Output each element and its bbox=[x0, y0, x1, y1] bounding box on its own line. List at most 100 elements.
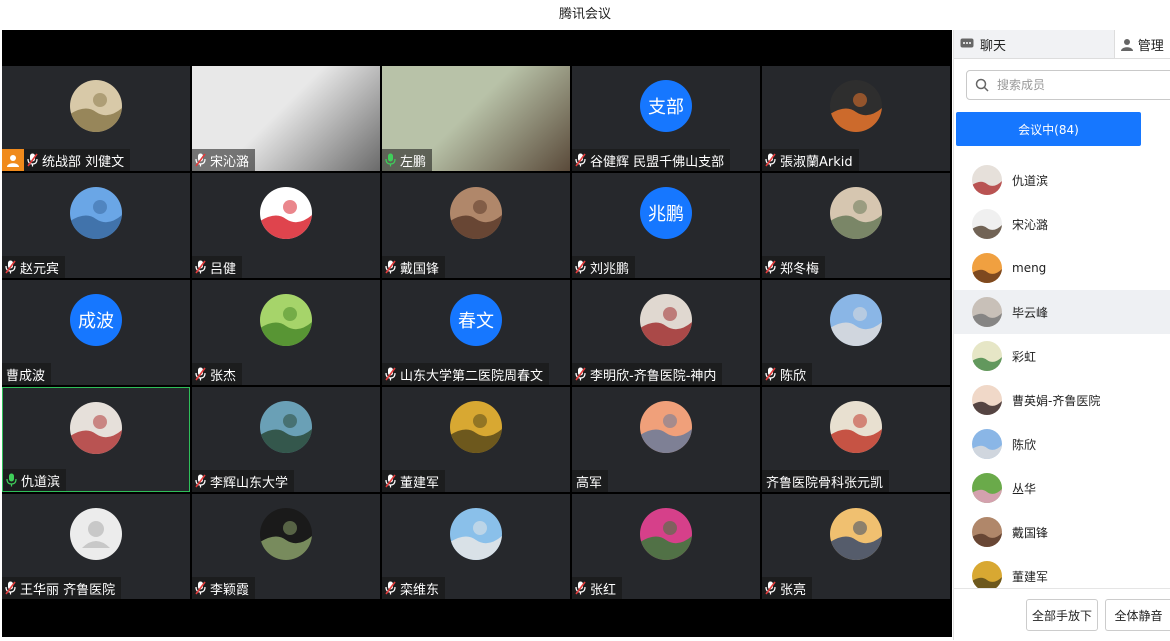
member-item[interactable]: meng bbox=[954, 246, 1170, 290]
mic-muted-icon bbox=[2, 256, 18, 278]
tab-in-meeting-label: 会议中(84) bbox=[1018, 122, 1079, 137]
participant-tile[interactable]: 董建军 bbox=[382, 387, 570, 492]
member-item[interactable]: 丛华 bbox=[954, 466, 1170, 510]
participant-name-bar: 张亮 bbox=[762, 577, 813, 599]
member-item[interactable]: 毕云峰 bbox=[954, 290, 1170, 334]
member-avatar bbox=[972, 385, 1002, 415]
participant-tile[interactable]: 仇道滨 bbox=[2, 387, 190, 492]
tab-in-meeting[interactable]: 会议中(84) bbox=[956, 112, 1141, 146]
member-avatar bbox=[972, 517, 1002, 547]
mic-muted-icon bbox=[762, 149, 778, 171]
participant-avatar bbox=[260, 187, 312, 239]
participant-tile[interactable]: 兆鹏刘兆鹏 bbox=[572, 173, 760, 278]
participant-name-bar: 仇道滨 bbox=[3, 469, 67, 491]
member-item[interactable]: 董建军 bbox=[954, 554, 1170, 588]
participant-tile[interactable]: 齐鲁医院骨科张元凯 bbox=[762, 387, 950, 492]
member-avatar bbox=[972, 297, 1002, 327]
participant-tile[interactable]: 李颖霞 bbox=[192, 494, 380, 599]
avatar-initials: 成波 bbox=[78, 311, 114, 332]
participant-name-bar: 张杰 bbox=[192, 363, 243, 385]
participant-tile[interactable]: 高军 bbox=[572, 387, 760, 492]
mic-muted-icon bbox=[572, 577, 588, 599]
mic-muted-icon bbox=[572, 149, 588, 171]
mute-all-button[interactable]: 全体静音 bbox=[1105, 599, 1170, 631]
avatar-initials: 兆鹏 bbox=[648, 204, 684, 225]
participant-tile[interactable]: 统战部 刘健文 bbox=[2, 66, 190, 171]
participant-name-bar: 李颖霞 bbox=[192, 577, 256, 599]
participant-avatar bbox=[450, 187, 502, 239]
video-area: 统战部 刘健文 宋沁潞 左鹏 支部 谷健辉 民盟千佛山支部 張淑蘭Arkid 赵元宾 吕健 戴国… bbox=[2, 30, 952, 637]
search-icon bbox=[975, 78, 989, 92]
participant-tile[interactable]: 宋沁潞 bbox=[192, 66, 380, 171]
participant-name: 張淑蘭Arkid bbox=[780, 154, 853, 170]
member-avatar bbox=[972, 561, 1002, 588]
participant-name: 戴国锋 bbox=[400, 261, 440, 277]
member-item[interactable]: 仇道滨 bbox=[954, 158, 1170, 202]
participant-tile[interactable]: 张杰 bbox=[192, 280, 380, 385]
tab-manage-label: 管理 bbox=[1137, 38, 1164, 54]
participant-tile[interactable]: 栾维东 bbox=[382, 494, 570, 599]
participant-tile[interactable]: 戴国锋 bbox=[382, 173, 570, 278]
participant-name-bar: 栾维东 bbox=[382, 577, 446, 599]
participant-tile[interactable]: 李辉山东大学 bbox=[192, 387, 380, 492]
mic-muted-icon bbox=[382, 577, 398, 599]
mic-icon bbox=[3, 469, 19, 491]
participant-name-bar: 高军 bbox=[572, 470, 609, 492]
member-name: 宋沁潞 bbox=[1012, 217, 1049, 232]
participant-tile[interactable]: 張淑蘭Arkid bbox=[762, 66, 950, 171]
participant-tile[interactable]: 张亮 bbox=[762, 494, 950, 599]
participant-avatar bbox=[70, 187, 122, 239]
member-name: 陈欣 bbox=[1012, 437, 1037, 452]
participant-tile[interactable]: 赵元宾 bbox=[2, 173, 190, 278]
member-status-tabs: 会议中(84) bbox=[956, 112, 1170, 146]
mic-muted-icon bbox=[382, 363, 398, 385]
member-item[interactable]: 宋沁潞 bbox=[954, 202, 1170, 246]
participant-name: 张红 bbox=[590, 582, 617, 598]
participant-avatar: 成波 bbox=[70, 294, 122, 346]
member-item[interactable]: 陈欣 bbox=[954, 422, 1170, 466]
member-name: 彩虹 bbox=[1012, 349, 1037, 364]
participant-name: 刘兆鹏 bbox=[590, 261, 630, 277]
member-item[interactable]: 曹英娟-齐鲁医院 bbox=[954, 378, 1170, 422]
mic-muted-icon bbox=[762, 363, 778, 385]
participant-name-bar: 董建军 bbox=[382, 470, 446, 492]
participant-tile[interactable]: 支部谷健辉 民盟千佛山支部 bbox=[572, 66, 760, 171]
person-icon bbox=[1120, 38, 1133, 51]
participant-name-bar: 陈欣 bbox=[762, 363, 813, 385]
avatar-initials: 支部 bbox=[648, 97, 684, 118]
participant-tile[interactable]: 成波曹成波 bbox=[2, 280, 190, 385]
participant-name: 谷健辉 民盟千佛山支部 bbox=[590, 154, 725, 170]
tab-manage[interactable]: 管理 bbox=[1114, 30, 1170, 59]
mic-icon bbox=[382, 149, 398, 171]
host-icon bbox=[2, 149, 24, 171]
lower-all-hands-button[interactable]: 全部手放下 bbox=[1026, 599, 1098, 631]
mute-all-label: 全体静音 bbox=[1114, 608, 1163, 623]
participant-name-bar: 齐鲁医院骨科张元凯 bbox=[762, 470, 890, 492]
participant-name-bar: 左鹏 bbox=[382, 149, 433, 171]
host-controls: 全部手放下 全体静音 bbox=[954, 588, 1170, 641]
participant-tile[interactable]: 吕健 bbox=[192, 173, 380, 278]
participant-avatar bbox=[640, 401, 692, 453]
member-name: 仇道滨 bbox=[1012, 173, 1049, 188]
participant-tile[interactable]: 春文 山东大学第二医院周春文 bbox=[382, 280, 570, 385]
member-name: 毕云峰 bbox=[1012, 305, 1049, 320]
participant-avatar bbox=[260, 294, 312, 346]
participant-tile[interactable]: 王华丽 齐鲁医院 bbox=[2, 494, 190, 599]
participant-avatar bbox=[830, 508, 882, 560]
participant-tile[interactable]: 陈欣 bbox=[762, 280, 950, 385]
participant-tile[interactable]: 左鹏 bbox=[382, 66, 570, 171]
participant-name: 董建军 bbox=[400, 475, 440, 491]
participant-name-bar: 李辉山东大学 bbox=[192, 470, 295, 492]
participant-tile[interactable]: 张红 bbox=[572, 494, 760, 599]
tab-chat[interactable]: 聊天 bbox=[954, 30, 1115, 59]
member-item[interactable]: 戴国锋 bbox=[954, 510, 1170, 554]
participant-avatar bbox=[260, 508, 312, 560]
participant-tile[interactable]: 郑冬梅 bbox=[762, 173, 950, 278]
mic-muted-icon bbox=[192, 577, 208, 599]
mic-muted-icon bbox=[382, 470, 398, 492]
member-item[interactable]: 彩虹 bbox=[954, 334, 1170, 378]
participant-tile[interactable]: 李明欣-齐鲁医院-神内 bbox=[572, 280, 760, 385]
member-search-input[interactable] bbox=[995, 77, 1159, 93]
participant-name-bar: 山东大学第二医院周春文 bbox=[382, 363, 550, 385]
participant-name: 曹成波 bbox=[6, 368, 46, 384]
